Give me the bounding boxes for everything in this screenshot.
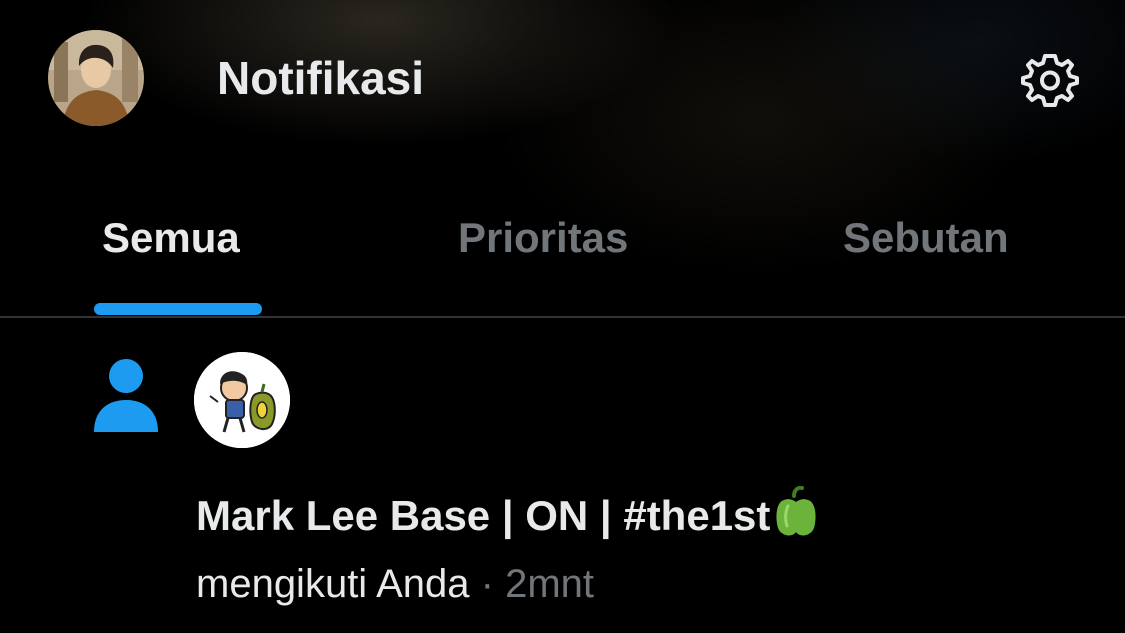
- gear-icon: [1021, 54, 1079, 107]
- green-pepper-emoji: [772, 485, 820, 552]
- follower-name[interactable]: Mark Lee Base | ON | #the1st: [196, 492, 770, 539]
- notification-text: Mark Lee Base | ON | #the1st mengikuti A…: [196, 485, 1096, 612]
- follower-avatar[interactable]: [194, 352, 290, 448]
- user-avatar-image: [48, 30, 144, 126]
- notification-action: mengikuti Anda: [196, 562, 470, 606]
- page-title: Notifikasi: [217, 52, 425, 104]
- notifications-screen: Notifikasi Semua Prioritas Sebutan Mark …: [0, 0, 1125, 633]
- notification-time: 2mnt: [505, 562, 595, 606]
- tab-prioritas[interactable]: Prioritas: [458, 210, 628, 270]
- tab-sebutan[interactable]: Sebutan: [843, 210, 1009, 270]
- top-bar: Notifikasi: [0, 0, 1125, 160]
- notification-item[interactable]: Mark Lee Base | ON | #the1st mengikuti A…: [0, 318, 1125, 633]
- active-tab-indicator: [94, 303, 262, 315]
- notification-action-line: mengikuti Anda · 2mnt: [196, 556, 1096, 612]
- cartoon-avatar-image: [194, 352, 290, 448]
- settings-button[interactable]: [1020, 50, 1080, 110]
- person-icon: [90, 358, 162, 434]
- follower-name-line: Mark Lee Base | ON | #the1st: [196, 485, 1096, 552]
- tab-semua[interactable]: Semua: [102, 210, 240, 270]
- separator-dot: ·: [480, 562, 494, 606]
- tab-bar: Semua Prioritas Sebutan: [0, 195, 1125, 318]
- profile-avatar[interactable]: [48, 30, 144, 126]
